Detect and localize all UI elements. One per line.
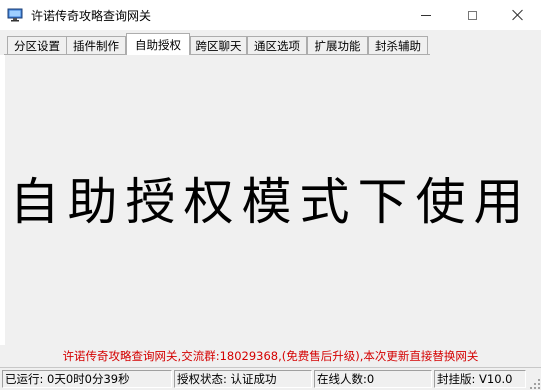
tab-partition-settings[interactable]: 分区设置 bbox=[7, 36, 67, 54]
tab-label: 跨区聊天 bbox=[195, 38, 242, 53]
maximize-icon bbox=[467, 10, 477, 20]
tab-strip: 分区设置 插件制作 自助授权 跨区聊天 通区选项 扩展功能 封杀辅助 bbox=[0, 30, 541, 55]
tab-label: 插件制作 bbox=[73, 38, 119, 53]
tab-extensions[interactable]: 扩展功能 bbox=[307, 36, 368, 54]
monitor-icon bbox=[7, 8, 23, 22]
mode-banner: 自助授权模式下使用 bbox=[9, 173, 532, 231]
status-version: 封挂版: V10.0 bbox=[434, 370, 526, 388]
resize-grip-icon[interactable] bbox=[529, 378, 541, 390]
status-online: 在线人数:0 bbox=[314, 370, 432, 388]
close-icon bbox=[512, 9, 524, 21]
minimize-button[interactable] bbox=[403, 0, 449, 30]
app-window: 许诺传奇攻略查询网关 分区设置 插件制作 自助授权 跨区聊天 通区选项 扩展功能… bbox=[0, 0, 541, 390]
tab-label: 通区选项 bbox=[254, 38, 300, 53]
notice-text: 许诺传奇攻略查询网关,交流群:18029368,(免费售后升级),本次更新直接替… bbox=[0, 346, 541, 366]
close-button[interactable] bbox=[495, 0, 541, 30]
tab-anti-cheat[interactable]: 封杀辅助 bbox=[368, 36, 428, 54]
tab-label: 扩展功能 bbox=[314, 38, 361, 53]
tab-zone-options[interactable]: 通区选项 bbox=[247, 36, 307, 54]
status-bar: 已运行: 0天0时0分39秒 授权状态: 认证成功 在线人数:0 封挂版: V1… bbox=[0, 367, 541, 390]
minimize-icon bbox=[421, 14, 431, 16]
title-bar[interactable]: 许诺传奇攻略查询网关 bbox=[0, 0, 541, 30]
window-title: 许诺传奇攻略查询网关 bbox=[31, 8, 152, 23]
maximize-button[interactable] bbox=[449, 0, 495, 30]
tab-label: 封杀辅助 bbox=[375, 38, 421, 53]
status-uptime: 已运行: 0天0时0分39秒 bbox=[2, 370, 172, 388]
tab-label: 分区设置 bbox=[14, 38, 60, 53]
window-controls bbox=[403, 0, 541, 30]
tab-self-authorization[interactable]: 自助授权 bbox=[126, 33, 190, 55]
tab-label: 自助授权 bbox=[135, 37, 181, 52]
status-auth: 授权状态: 认证成功 bbox=[174, 370, 312, 388]
tab-plugin-making[interactable]: 插件制作 bbox=[66, 36, 126, 54]
tab-cross-server-chat[interactable]: 跨区聊天 bbox=[190, 36, 247, 54]
